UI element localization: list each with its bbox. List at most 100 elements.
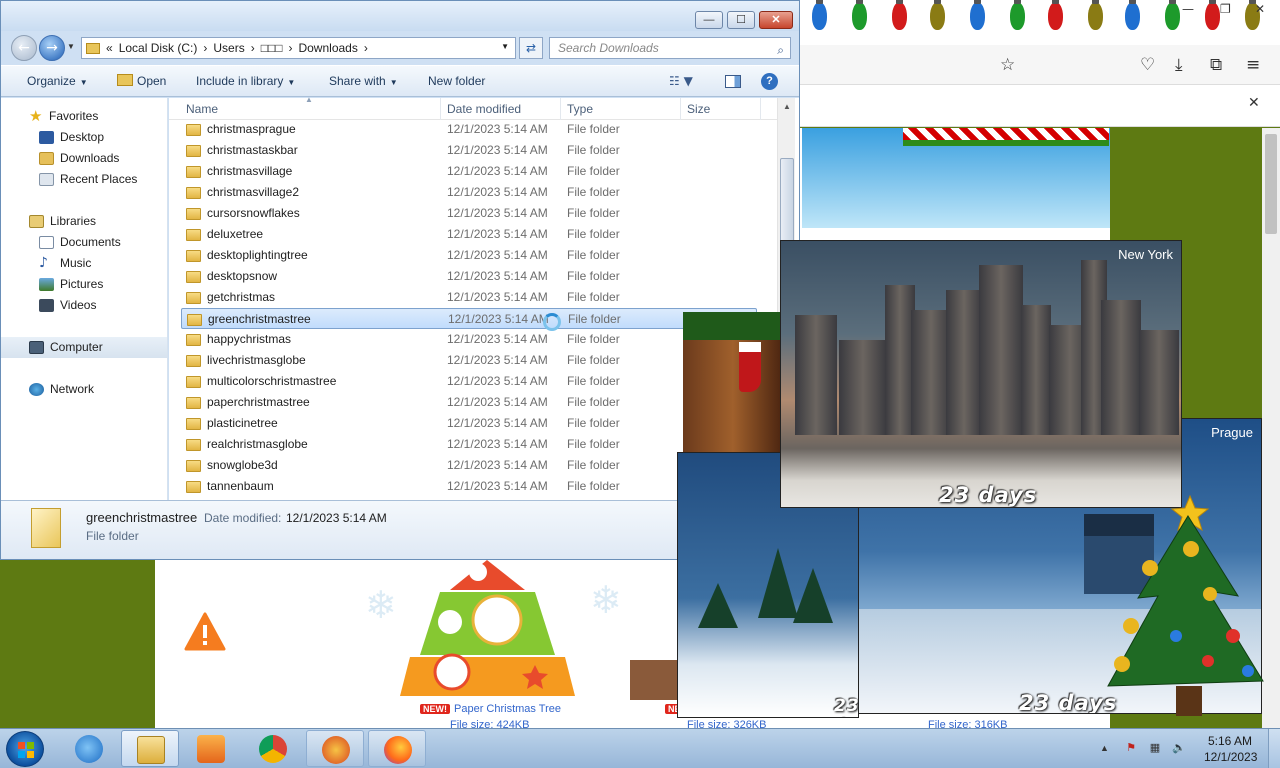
file-row[interactable]: christmasvillage 12/1/2023 5:14 AM File fo…	[181, 161, 757, 182]
nav-desktop[interactable]: Desktop	[1, 127, 167, 148]
file-row[interactable]: realchristmasglobe 12/1/2023 5:14 AM File …	[181, 434, 757, 455]
breadcrumb-separator[interactable]: ›	[203, 41, 207, 55]
help-icon[interactable]: ?	[761, 73, 778, 90]
file-row[interactable]: livechristmasglobe 12/1/2023 5:14 AM File …	[181, 350, 757, 371]
file-name[interactable]: desktoplightingtree	[207, 245, 308, 266]
downloads-icon[interactable]: ⤓	[1175, 55, 1183, 75]
back-button[interactable]: ←	[11, 35, 37, 61]
nav-favorites[interactable]: ★ Favorites	[1, 106, 167, 127]
file-name[interactable]: plasticinetree	[207, 413, 278, 434]
address-bar[interactable]: « Local Disk (C:) › Users › □□□ › Downlo…	[81, 37, 516, 59]
scroll-up-icon[interactable]: ▲	[780, 100, 794, 114]
column-divider[interactable]	[440, 98, 441, 120]
notification-close-icon[interactable]: ✕	[1248, 95, 1260, 111]
start-button[interactable]	[6, 731, 44, 767]
file-name[interactable]: getchristmas	[207, 287, 275, 308]
breadcrumb-user[interactable]: □□□	[261, 41, 283, 55]
new-folder-button[interactable]: New folder	[428, 74, 485, 88]
title-bar[interactable]: — ☐ ✕	[1, 1, 799, 31]
pocket-icon[interactable]: ♡	[1140, 55, 1155, 75]
file-row[interactable]: christmasvillage2 12/1/2023 5:14 AM File f…	[181, 182, 757, 203]
nav-documents[interactable]: Documents	[1, 232, 167, 253]
file-name[interactable]: greenchristmastree	[208, 309, 311, 330]
recent-pages-dropdown-icon[interactable]: ▼	[67, 42, 75, 51]
nav-videos[interactable]: Videos	[1, 295, 167, 316]
file-row[interactable]: happychristmas 12/1/2023 5:14 AM File fold…	[181, 329, 757, 350]
paper-christmas-tree-link[interactable]: NEW! Paper Christmas Tree	[420, 703, 561, 715]
file-row[interactable]: snowglobe3d 12/1/2023 5:14 AM File folder	[181, 455, 757, 476]
file-row[interactable]: cursorsnowflakes 12/1/2023 5:14 AM File fo…	[181, 203, 757, 224]
file-row[interactable]: christmasprague 12/1/2023 5:14 AM File fol…	[181, 119, 757, 140]
column-date-modified[interactable]: Date modified	[447, 102, 521, 116]
refresh-button[interactable]: ⇄	[519, 37, 543, 59]
paper-christmas-tree-title[interactable]: Paper Christmas Tree	[454, 703, 561, 715]
file-name[interactable]: paperchristmastree	[207, 392, 310, 413]
address-overflow[interactable]: «	[106, 41, 113, 55]
file-row[interactable]: christmastaskbar 12/1/2023 5:14 AM File fo…	[181, 140, 757, 161]
file-row[interactable]: desktoplightingtree 12/1/2023 5:14 AM File…	[181, 245, 757, 266]
browser-close-icon[interactable]: ✕	[1255, 2, 1265, 16]
file-row[interactable]: deluxetree 12/1/2023 5:14 AM File folder	[181, 224, 757, 245]
file-row[interactable]: tannenbaum 12/1/2023 5:14 AM File folder	[181, 476, 757, 497]
column-divider[interactable]	[560, 98, 561, 120]
taskbar-chrome[interactable]	[244, 730, 302, 767]
breadcrumb-separator[interactable]: ›	[364, 41, 368, 55]
minimize-button[interactable]: —	[695, 11, 723, 29]
file-name[interactable]: desktopsnow	[207, 266, 277, 287]
file-name[interactable]: happychristmas	[207, 329, 291, 350]
include-in-library-button[interactable]: Include in library ▼	[196, 74, 295, 88]
file-name[interactable]: christmasprague	[207, 119, 296, 140]
bookmark-star-icon[interactable]: ☆	[1000, 55, 1015, 75]
file-name[interactable]: multicolorschristmastree	[207, 371, 336, 392]
nav-computer[interactable]: Computer	[1, 337, 167, 358]
page-scrollbar-thumb[interactable]	[1265, 134, 1277, 234]
show-desktop-button[interactable]	[1268, 729, 1280, 768]
file-row[interactable]: desktopsnow 12/1/2023 5:14 AM File folder	[181, 266, 757, 287]
taskbar-media-player[interactable]	[182, 730, 240, 767]
maximize-button[interactable]: ☐	[727, 11, 755, 29]
breadcrumb-separator[interactable]: ›	[251, 41, 255, 55]
preview-pane-icon[interactable]	[725, 75, 741, 88]
menu-icon[interactable]: ≡	[1246, 55, 1260, 75]
file-name[interactable]: christmastaskbar	[207, 140, 298, 161]
address-history-dropdown-icon[interactable]: ▼	[501, 42, 509, 51]
nav-downloads[interactable]: Downloads	[1, 148, 167, 169]
file-name[interactable]: realchristmasglobe	[207, 434, 308, 455]
volume-icon[interactable]: 🔈	[1172, 741, 1186, 755]
breadcrumb-downloads[interactable]: Downloads	[298, 41, 357, 55]
column-name[interactable]: Name	[186, 102, 218, 116]
file-row[interactable]: getchristmas 12/1/2023 5:14 AM File folder	[181, 287, 757, 308]
file-name[interactable]: snowglobe3d	[207, 455, 278, 476]
taskbar-wps-app[interactable]	[306, 730, 364, 767]
file-row[interactable]: plasticinetree 12/1/2023 5:14 AM File fold…	[181, 413, 757, 434]
column-size[interactable]: Size	[687, 102, 710, 116]
nav-recent-places[interactable]: Recent Places	[1, 169, 167, 190]
column-divider[interactable]	[680, 98, 681, 120]
network-tray-icon[interactable]: ▦	[1148, 741, 1162, 755]
extensions-icon[interactable]: ⧉	[1210, 55, 1222, 75]
nav-pictures[interactable]: Pictures	[1, 274, 167, 295]
nav-network[interactable]: Network	[1, 379, 167, 400]
file-name[interactable]: cursorsnowflakes	[207, 203, 300, 224]
file-row[interactable]: multicolorschristmastree 12/1/2023 5:14 A…	[181, 371, 757, 392]
browser-restore-icon[interactable]: ❐	[1220, 2, 1231, 16]
file-name[interactable]: deluxetree	[207, 224, 263, 245]
clock-time[interactable]: 5:16 AM	[1208, 734, 1252, 748]
breadcrumb-users[interactable]: Users	[213, 41, 244, 55]
share-with-button[interactable]: Share with ▼	[329, 74, 398, 88]
search-input[interactable]: Search Downloads ⌕	[549, 37, 791, 59]
breadcrumb-separator[interactable]: ›	[288, 41, 292, 55]
file-name[interactable]: christmasvillage2	[207, 182, 299, 203]
breadcrumb-local-disk[interactable]: Local Disk (C:)	[119, 41, 198, 55]
file-row[interactable]: greenchristmastree 12/1/2023 5:14 AM File …	[181, 308, 757, 329]
browser-minimize-icon[interactable]: —	[1182, 2, 1194, 16]
search-icon[interactable]: ⌕	[777, 40, 784, 60]
file-name[interactable]: livechristmasglobe	[207, 350, 306, 371]
close-button[interactable]: ✕	[759, 11, 793, 29]
action-center-flag-icon[interactable]: ⚑	[1124, 741, 1138, 755]
taskbar-windows-explorer[interactable]	[121, 730, 179, 767]
nav-music[interactable]: ♪ Music	[1, 253, 167, 274]
nav-libraries[interactable]: Libraries	[1, 211, 167, 232]
organize-button[interactable]: Organize ▼	[27, 74, 88, 88]
clock-date[interactable]: 12/1/2023	[1204, 750, 1257, 764]
